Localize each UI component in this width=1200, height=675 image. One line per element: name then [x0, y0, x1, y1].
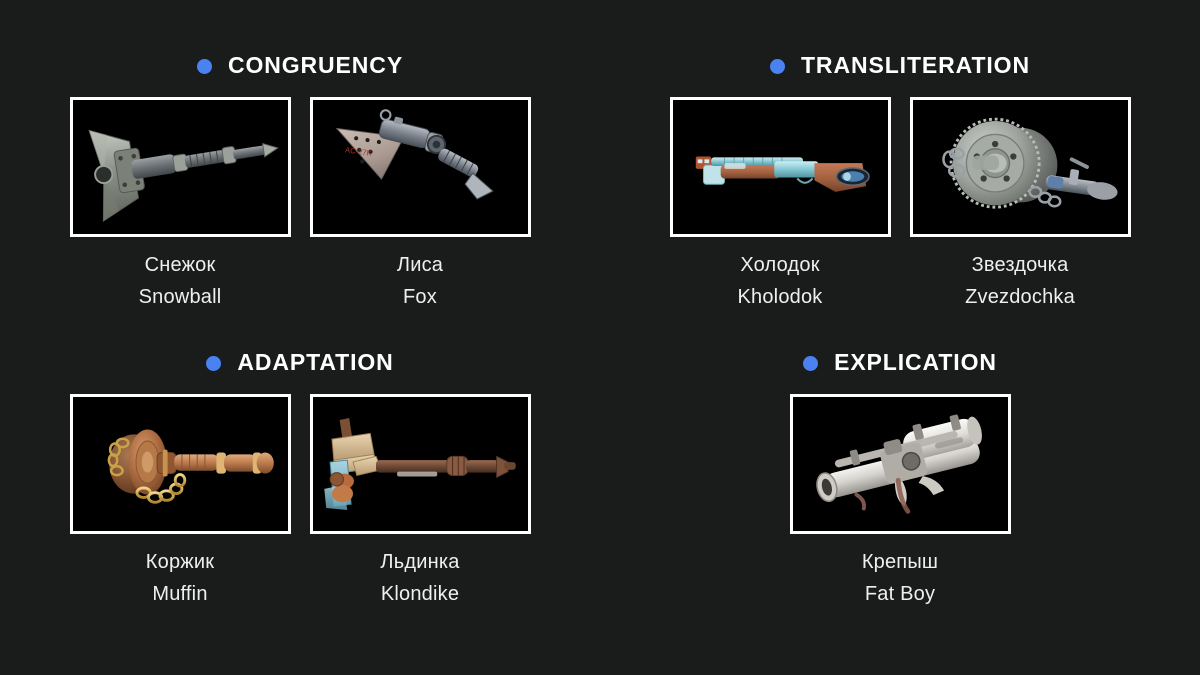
weapon-card[interactable]: Льдинка Klondike [309, 394, 531, 610]
section-heading-congruency: CONGRUENCY [0, 42, 600, 88]
weapon-name-latin: Kholodok [737, 285, 823, 308]
weapon-card[interactable]: Крепыш Fat Boy [789, 394, 1011, 610]
blue-dot-icon [769, 58, 785, 74]
weapon-card[interactable]: Коржик Muffin [69, 394, 291, 610]
blue-dot-icon [206, 355, 222, 371]
weapon-card[interactable]: Холодок Kholodok [669, 97, 891, 313]
weapon-caption: Холодок Kholodok [670, 250, 891, 313]
section-title: ADAPTATION [237, 348, 394, 375]
blue-dot-icon [803, 355, 819, 371]
section-title: EXPLICATION [834, 348, 997, 375]
section-explication: EXPLICATION Крепыш Fat Boy [600, 339, 1200, 610]
slide-canvas: CONGRUENCY Снежок Snowball AC-27K Лиса F… [0, 0, 1200, 675]
weapon-name-latin: Muffin [152, 582, 208, 605]
section-transliteration: TRANSLITERATION Холодок Kholodok Звездоч… [600, 42, 1200, 313]
weapon-name-latin: Zvezdochka [965, 285, 1075, 308]
weapon-caption: Лиса Fox [310, 250, 531, 313]
section-heading-transliteration: TRANSLITERATION [600, 42, 1200, 88]
weapon-thumbnail-klondike[interactable] [309, 394, 531, 534]
section-heading-adaptation: ADAPTATION [0, 339, 600, 385]
weapon-name-native: Звездочка [971, 254, 1069, 276]
weapon-card[interactable]: Снежок Snowball [69, 97, 291, 313]
weapon-name-native: Крепыш [861, 551, 939, 573]
weapon-name-latin: Klondike [380, 582, 460, 605]
section-congruency: CONGRUENCY Снежок Snowball AC-27K Лиса F… [0, 42, 600, 313]
weapon-thumbnail-fat-boy[interactable] [789, 394, 1011, 534]
weapon-name-latin: Fox [403, 285, 437, 308]
section-heading-explication: EXPLICATION [600, 339, 1200, 385]
blue-dot-icon [196, 58, 212, 74]
weapon-thumbnail-zvezdochka[interactable] [909, 97, 1131, 237]
weapon-name-native: Снежок [144, 254, 216, 276]
weapon-caption: Снежок Snowball [70, 250, 291, 313]
card-row: Коржик Muffin Льдинка Klondike [0, 394, 600, 610]
weapon-thumbnail-snowball[interactable] [69, 97, 291, 237]
section-title: CONGRUENCY [227, 51, 404, 78]
section-adaptation: ADAPTATION Коржик Muffin Льдинка Klondik… [0, 339, 600, 610]
weapon-name-native: Лиса [396, 254, 444, 276]
weapon-caption: Льдинка Klondike [310, 547, 531, 610]
weapon-card[interactable]: Звездочка Zvezdochka [909, 97, 1131, 313]
card-row: Снежок Snowball AC-27K Лиса Fox [0, 97, 600, 313]
section-title: TRANSLITERATION [800, 51, 1030, 78]
card-row: Крепыш Fat Boy [600, 394, 1200, 610]
weapon-thumbnail-muffin[interactable] [69, 394, 291, 534]
weapon-name-latin: Fat Boy [864, 582, 936, 605]
weapon-card[interactable]: AC-27K Лиса Fox [309, 97, 531, 313]
weapon-thumbnail-fox[interactable]: AC-27K [309, 97, 531, 237]
weapon-name-native: Холодок [740, 254, 820, 276]
weapon-name-native: Льдинка [380, 551, 460, 573]
weapon-caption: Коржик Muffin [70, 547, 291, 610]
weapon-thumbnail-kholodok[interactable] [669, 97, 891, 237]
weapon-caption: Крепыш Fat Boy [790, 547, 1011, 610]
weapon-name-native: Коржик [145, 551, 215, 573]
weapon-name-latin: Snowball [138, 285, 222, 308]
weapon-caption: Звездочка Zvezdochka [910, 250, 1131, 313]
card-row: Холодок Kholodok Звездочка Zvezdochka [600, 97, 1200, 313]
